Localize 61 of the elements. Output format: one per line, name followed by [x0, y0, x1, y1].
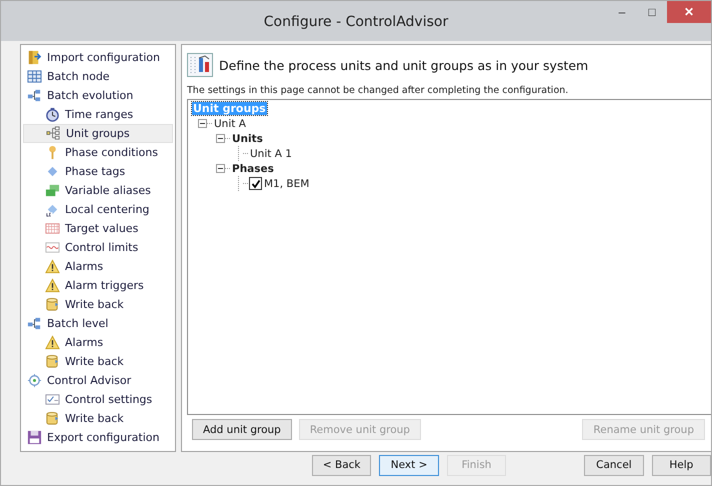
sidebar-item[interactable]: Unit groups — [23, 124, 173, 143]
warning-icon — [45, 259, 60, 274]
tree-action-button[interactable]: Add unit group — [192, 419, 292, 440]
wizard-button[interactable]: Cancel — [584, 454, 644, 476]
checklist-icon — [45, 392, 60, 407]
stacked-cards-icon — [45, 183, 60, 198]
close-button[interactable]: ✕ — [667, 1, 711, 23]
lc-icon — [45, 202, 60, 217]
wizard-button[interactable]: Next > — [379, 454, 439, 476]
diamond-icon — [45, 164, 60, 179]
database-icon — [45, 297, 60, 312]
sidebar-item[interactable]: Alarms — [23, 257, 173, 276]
sidebar-item[interactable]: Batch evolution — [23, 86, 173, 105]
sidebar-item[interactable]: Write back — [23, 295, 173, 314]
window-title: Configure - ControlAdvisor — [262, 14, 450, 30]
tree-node[interactable]: Unit A 1 — [249, 148, 293, 160]
chart-icon — [45, 240, 60, 255]
grid-icon — [45, 221, 60, 236]
sidebar-item[interactable]: Phase conditions — [23, 143, 173, 162]
minimize-button[interactable]: – — [607, 1, 637, 23]
collapse-toggle[interactable] — [216, 164, 225, 173]
sidebar-item[interactable]: Control settings — [23, 390, 173, 409]
tree-node[interactable]: Units — [231, 132, 264, 144]
database-icon — [45, 411, 60, 426]
wizard-button[interactable]: < Back — [312, 454, 372, 476]
table-icon — [27, 69, 42, 84]
network-icon — [27, 88, 42, 103]
warning-icon — [45, 278, 60, 293]
sidebar-item[interactable]: Batch level — [23, 314, 173, 333]
tree-node[interactable]: Phases — [231, 162, 275, 174]
target-icon — [27, 373, 42, 388]
sidebar-item[interactable]: Variable aliases — [23, 181, 173, 200]
network-icon — [27, 316, 42, 331]
warning-icon — [45, 335, 60, 350]
sidebar-item[interactable]: Control limits — [23, 238, 173, 257]
sidebar-item[interactable]: Control Advisor — [23, 371, 173, 390]
database-icon — [45, 354, 60, 369]
sidebar-item[interactable]: Local centering — [23, 200, 173, 219]
maximize-button[interactable]: □ — [637, 1, 667, 23]
collapse-toggle[interactable] — [198, 119, 207, 128]
collapse-toggle[interactable] — [216, 134, 225, 143]
sidebar-item[interactable]: Target values — [23, 219, 173, 238]
checkbox[interactable] — [249, 177, 262, 190]
tree-node[interactable]: M1, BEM — [263, 178, 310, 190]
sidebar-item[interactable]: Time ranges — [23, 105, 173, 124]
folder-arrow-icon — [27, 50, 42, 65]
page-heading: Define the process units and unit groups as in your system — [219, 58, 588, 72]
sidebar-item[interactable]: Phase tags — [23, 162, 173, 181]
tools-icon — [187, 53, 213, 77]
sidebar-item[interactable]: Export configuration — [23, 428, 173, 447]
wizard-button[interactable]: Help — [652, 454, 711, 476]
hierarchy-icon — [46, 126, 61, 141]
sidebar-item[interactable]: Write back — [23, 352, 173, 371]
info-text: The settings in this page cannot be changed after completing the configuration. — [187, 85, 570, 96]
sidebar-item[interactable]: Write back — [23, 409, 173, 428]
sidebar-item[interactable]: Import configuration — [23, 48, 173, 67]
sidebar-item[interactable]: Alarms — [23, 333, 173, 352]
sidebar-item[interactable]: Alarm triggers — [23, 276, 173, 295]
tree-node[interactable]: Unit A — [213, 118, 247, 130]
stopwatch-icon — [45, 107, 60, 122]
sidebar-item[interactable]: Batch node — [23, 67, 173, 86]
